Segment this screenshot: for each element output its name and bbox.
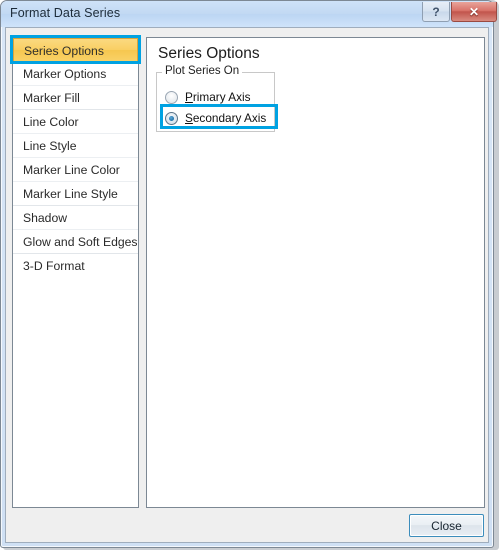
radio-label-primary-axis: Primary Axis — [185, 90, 251, 104]
radio-label-secondary-axis: Secondary Axis — [185, 111, 266, 125]
radio-icon-secondary-axis[interactable] — [165, 111, 178, 125]
category-sidebar: Series Options Marker Options Marker Fil… — [12, 37, 139, 508]
radio-label-rest-primary: rimary Axis — [192, 90, 251, 104]
radio-label-rest-secondary: econdary Axis — [192, 111, 267, 125]
sidebar-item-marker-options[interactable]: Marker Options — [13, 62, 138, 86]
format-data-series-dialog: Format Data Series ? ✕ Series Options Ma… — [0, 0, 502, 554]
groupbox-legend: Plot Series On — [162, 65, 243, 77]
sidebar-item-marker-line-color[interactable]: Marker Line Color — [13, 158, 138, 182]
sidebar-item-glow-and-soft-edges[interactable]: Glow and Soft Edges — [13, 230, 138, 254]
radio-option-secondary-axis[interactable]: Secondary Axis — [165, 109, 266, 127]
plot-series-on-groupbox: Plot Series On Primary Axis Secondary Ax… — [156, 65, 278, 132]
sidebar-item-shadow[interactable]: Shadow — [13, 206, 138, 230]
sidebar-item-line-style[interactable]: Line Style — [13, 134, 138, 158]
panel-heading: Series Options — [158, 45, 260, 62]
sidebar-item-3d-format[interactable]: 3-D Format — [13, 254, 138, 278]
options-panel: Series Options Plot Series On Primary Ax… — [146, 37, 485, 508]
close-button[interactable]: Close — [409, 514, 484, 537]
sidebar-item-line-color[interactable]: Line Color — [13, 110, 138, 134]
sidebar-item-marker-line-style[interactable]: Marker Line Style — [13, 182, 138, 206]
sidebar-item-series-options[interactable]: Series Options — [13, 38, 138, 62]
help-icon[interactable]: ? — [422, 2, 450, 22]
category-list: Series Options Marker Options Marker Fil… — [13, 38, 138, 278]
sidebar-item-marker-fill[interactable]: Marker Fill — [13, 86, 138, 110]
accel-key-secondary: S — [185, 111, 193, 125]
accel-key-primary: P — [185, 90, 193, 104]
close-window-icon[interactable]: ✕ — [451, 2, 497, 22]
radio-icon-primary-axis[interactable] — [165, 90, 178, 104]
window-title: Format Data Series — [10, 6, 121, 20]
caption-button-group: ? ✕ — [422, 2, 497, 23]
radio-option-primary-axis[interactable]: Primary Axis — [165, 88, 251, 106]
title-bar: Format Data Series — [1, 1, 493, 27]
